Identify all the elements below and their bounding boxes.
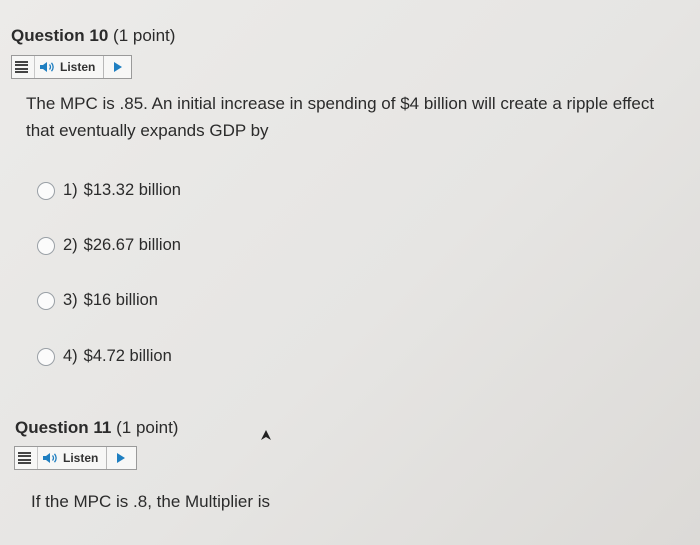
question-11-listen-label: Listen — [63, 451, 99, 465]
option-1-label: $13.32 billion — [83, 181, 181, 199]
menu-icon[interactable] — [15, 60, 28, 74]
option-4-radio[interactable] — [37, 347, 55, 366]
option-1[interactable]: 1) $13.32 billion — [37, 181, 181, 200]
option-3[interactable]: 3) $16 billion — [37, 291, 158, 310]
cursor-arrow-icon — [261, 430, 271, 440]
question-10-listen-label: Listen — [60, 60, 96, 74]
question-10-text: The MPC is .85. An initial increase in s… — [26, 90, 698, 144]
option-2-label: $26.67 billion — [83, 236, 181, 254]
option-1-number: 1) — [63, 181, 78, 199]
question-11-listen-button[interactable]: Listen — [37, 447, 108, 469]
option-4[interactable]: 4) $4.72 billion — [37, 347, 172, 366]
option-1-radio[interactable] — [37, 181, 55, 200]
question-11-title: Question 11 — [15, 418, 112, 437]
play-icon[interactable] — [116, 452, 126, 464]
speaker-icon — [40, 62, 54, 72]
option-2-radio[interactable] — [37, 236, 55, 255]
question-11-header: Question 11 (1 point) — [15, 418, 178, 438]
option-3-label: $16 billion — [83, 291, 158, 309]
option-4-number: 4) — [63, 347, 78, 365]
question-10-listen-button[interactable]: Listen — [34, 56, 105, 78]
question-11-points: (1 point) — [116, 418, 179, 437]
question-11-listen-bar: Listen — [14, 446, 137, 470]
option-2-number: 2) — [63, 236, 78, 254]
question-11-text: If the MPC is .8, the Multiplier is — [31, 492, 271, 511]
question-10-header: Question 10 (1 point) — [11, 26, 175, 46]
option-3-number: 3) — [63, 291, 78, 309]
play-icon[interactable] — [113, 61, 123, 73]
menu-icon[interactable] — [18, 451, 31, 465]
option-2[interactable]: 2) $26.67 billion — [37, 236, 181, 255]
question-10-text-line2: that eventually expands GDP by — [26, 121, 269, 140]
question-10-text-line1: The MPC is .85. An initial increase in s… — [26, 94, 655, 113]
question-10-title: Question 10 — [11, 26, 109, 45]
option-4-label: $4.72 billion — [83, 347, 172, 365]
question-10-points: (1 point) — [113, 26, 176, 45]
question-10-listen-bar: Listen — [11, 55, 132, 79]
option-3-radio[interactable] — [37, 291, 55, 310]
speaker-icon — [43, 453, 57, 463]
